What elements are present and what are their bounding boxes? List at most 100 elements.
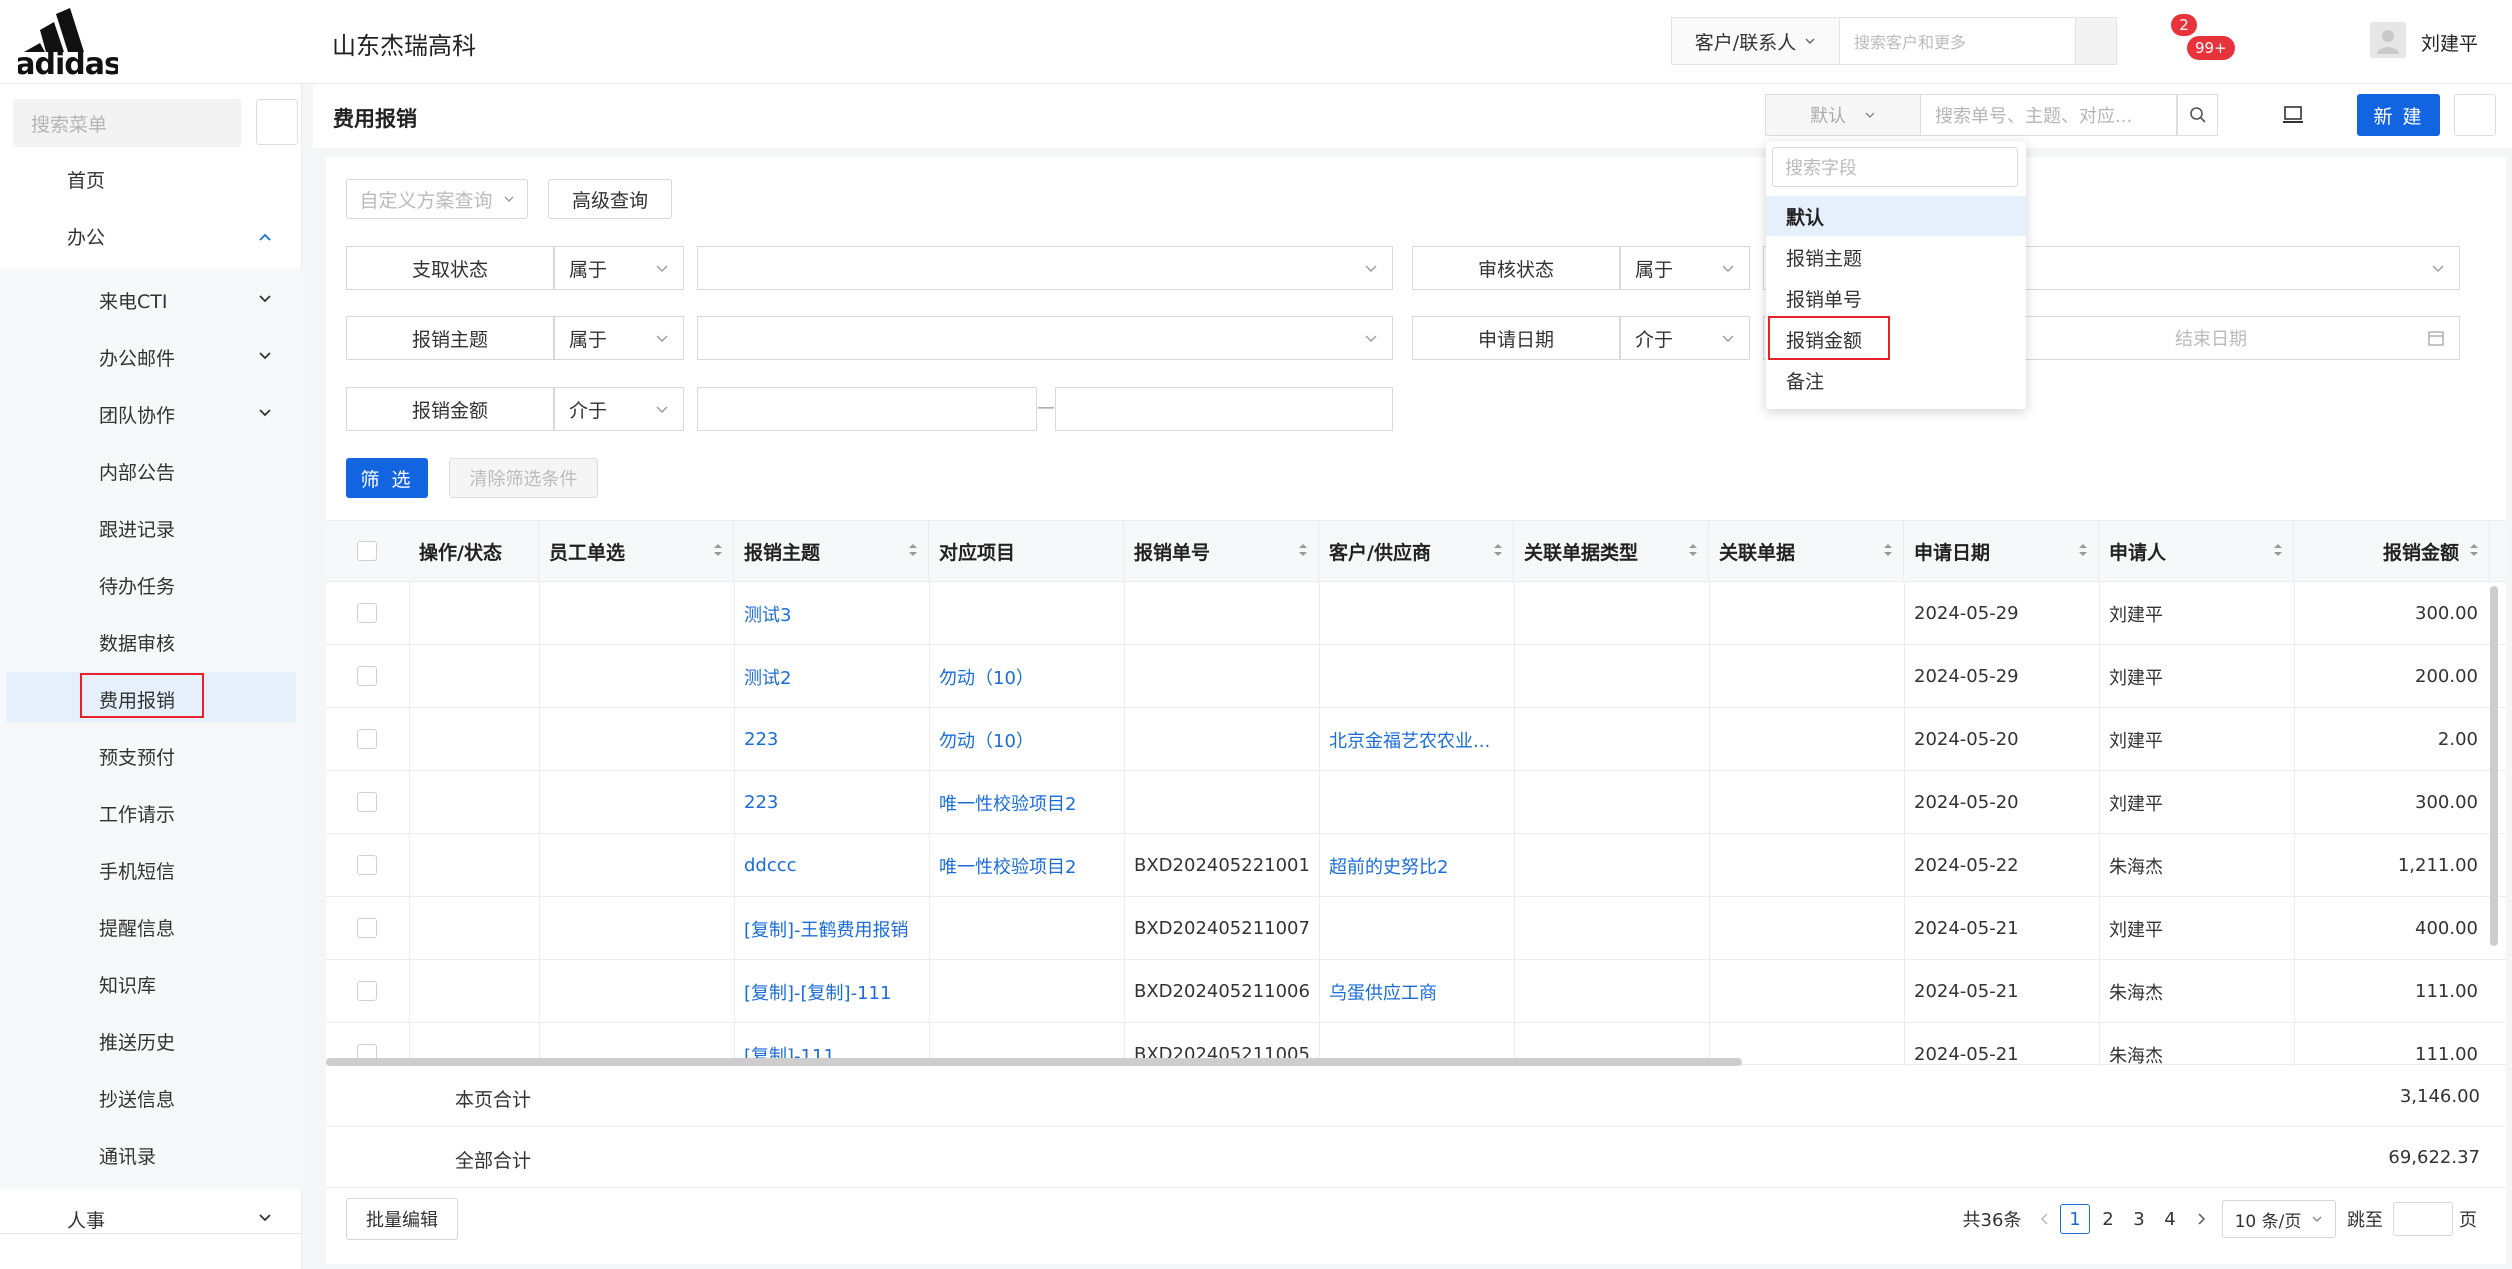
filter-op-apply-date[interactable]: 介于 <box>1620 316 1750 360</box>
field-search-input[interactable]: 搜索字段 <box>1772 147 2018 187</box>
dropdown-option-subject[interactable]: 报销主题 <box>1766 237 2026 277</box>
select-all-checkbox[interactable] <box>357 541 377 561</box>
cell-customer[interactable]: 乌蛋供应工商 <box>1319 960 1514 1023</box>
sidebar-item-push-history[interactable]: 推送历史 <box>99 1028 175 1055</box>
sidebar-item-team[interactable]: 团队协作 <box>99 401 175 428</box>
col-header-amount[interactable]: 报销金额 <box>2294 520 2490 582</box>
row-checkbox[interactable] <box>357 729 377 749</box>
sidebar-item-notice[interactable]: 内部公告 <box>99 458 175 485</box>
search-button[interactable] <box>2177 94 2218 136</box>
filter-op-draw-status[interactable]: 属于 <box>554 246 684 290</box>
col-header-applicant[interactable]: 申请人 <box>2099 520 2294 582</box>
sidebar-item-reminder[interactable]: 提醒信息 <box>99 914 175 941</box>
cell-project[interactable]: 唯一性校验项目2 <box>929 834 1124 897</box>
cell-subject[interactable]: [复制]-[复制]-111 <box>734 960 929 1023</box>
col-header-employee[interactable]: 员工单选 <box>539 520 734 582</box>
cell-customer[interactable] <box>1319 771 1514 834</box>
vertical-scrollbar[interactable] <box>2490 586 2498 946</box>
dropdown-option-default[interactable]: 默认 <box>1766 196 2026 236</box>
cell-project[interactable] <box>929 897 1124 960</box>
row-checkbox[interactable] <box>357 855 377 875</box>
dropdown-option-number[interactable]: 报销单号 <box>1766 278 2026 318</box>
view-select[interactable]: 默认 <box>1765 94 1921 136</box>
col-header-customer[interactable]: 客户/供应商 <box>1319 520 1514 582</box>
cell-subject[interactable]: [复制]-王鹤费用报销 <box>734 897 929 960</box>
cell-subject[interactable]: 测试3 <box>734 582 929 645</box>
avatar[interactable] <box>2370 22 2406 58</box>
cell-project[interactable]: 勿动（10） <box>929 645 1124 708</box>
table-row[interactable]: [复制]-王鹤费用报销 BXD202405211007 2024-05-21 刘… <box>326 897 2506 960</box>
sidebar-item-office[interactable]: 办公 <box>67 223 105 250</box>
cell-customer[interactable]: 超前的史努比2 <box>1319 834 1514 897</box>
amount-min-input[interactable] <box>697 387 1037 431</box>
filter-button[interactable]: 筛 选 <box>346 458 428 498</box>
cell-subject[interactable]: ddccc <box>734 834 929 897</box>
sidebar-item-cti[interactable]: 来电CTI <box>99 287 167 314</box>
jump-page-input[interactable] <box>2393 1202 2453 1236</box>
cell-subject[interactable]: 测试2 <box>734 645 929 708</box>
filter-op-audit-status[interactable]: 属于 <box>1620 246 1750 290</box>
col-header-subject[interactable]: 报销主题 <box>734 520 929 582</box>
horizontal-scrollbar[interactable] <box>326 1058 1742 1066</box>
list-search-input[interactable]: 搜索单号、主题、对应... <box>1921 94 2177 136</box>
table-row[interactable]: 测试3 2024-05-29 刘建平 300.00 <box>326 582 2506 645</box>
search-type-select[interactable]: 客户/联系人 <box>1671 17 1839 65</box>
row-checkbox[interactable] <box>357 603 377 623</box>
cell-customer[interactable]: 北京金福艺农农业... <box>1319 708 1514 771</box>
row-checkbox[interactable] <box>357 981 377 1001</box>
adidas-logo[interactable]: adidas <box>18 8 118 78</box>
table-row[interactable]: ddccc 唯一性校验项目2 BXD202405221001 超前的史努比2 2… <box>326 834 2506 897</box>
cell-customer[interactable] <box>1319 582 1514 645</box>
page-size-select[interactable]: 10 条/页 <box>2222 1200 2336 1238</box>
sidebar-item-mail[interactable]: 办公邮件 <box>99 344 175 371</box>
table-row[interactable]: 223 唯一性校验项目2 2024-05-20 刘建平 300.00 <box>326 771 2506 834</box>
filter-value-draw-status[interactable] <box>697 246 1393 290</box>
cell-project[interactable] <box>929 582 1124 645</box>
cell-customer[interactable] <box>1319 897 1514 960</box>
prev-page-button[interactable] <box>2036 1204 2054 1234</box>
cell-project[interactable] <box>929 960 1124 1023</box>
filter-op-amount[interactable]: 介于 <box>554 387 684 431</box>
sidebar-item-todo[interactable]: 待办任务 <box>99 572 175 599</box>
col-header-related-doc[interactable]: 关联单据 <box>1709 520 1904 582</box>
cell-project[interactable]: 唯一性校验项目2 <box>929 771 1124 834</box>
clear-filter-button[interactable]: 清除筛选条件 <box>449 458 598 498</box>
sidebar-item-audit[interactable]: 数据审核 <box>99 629 175 656</box>
custom-scheme-select[interactable]: 自定义方案查询 <box>346 179 528 219</box>
cell-project[interactable]: 勿动（10） <box>929 708 1124 771</box>
sidebar-item-prepay[interactable]: 预支预付 <box>99 743 175 770</box>
filter-value-subject[interactable] <box>697 316 1393 360</box>
sidebar-item-knowledge[interactable]: 知识库 <box>99 971 156 998</box>
sidebar-item-contacts[interactable]: 通讯录 <box>99 1142 156 1169</box>
amount-max-input[interactable] <box>1055 387 1393 431</box>
cell-customer[interactable] <box>1319 645 1514 708</box>
cell-subject[interactable]: 223 <box>734 771 929 834</box>
user-name[interactable]: 刘建平 <box>2421 29 2478 56</box>
col-header-number[interactable]: 报销单号 <box>1124 520 1319 582</box>
page-3[interactable]: 3 <box>2125 1204 2153 1234</box>
batch-edit-button[interactable]: 批量编辑 <box>346 1198 458 1240</box>
sidebar-toggle-button[interactable] <box>256 99 298 145</box>
row-checkbox[interactable] <box>357 666 377 686</box>
sidebar-item-cc[interactable]: 抄送信息 <box>99 1085 175 1112</box>
menu-search-input[interactable]: 搜索菜单 <box>13 99 241 147</box>
col-header-date[interactable]: 申请日期 <box>1904 520 2099 582</box>
next-page-button[interactable] <box>2192 1204 2210 1234</box>
cell-subject[interactable]: 223 <box>734 708 929 771</box>
table-row[interactable]: 223 勿动（10） 北京金福艺农农业... 2024-05-20 刘建平 2.… <box>326 708 2506 771</box>
filter-op-subject[interactable]: 属于 <box>554 316 684 360</box>
display-toggle-button[interactable] <box>2278 100 2308 130</box>
table-row[interactable]: 测试2 勿动（10） 2024-05-29 刘建平 200.00 <box>326 645 2506 708</box>
sidebar-item-sms[interactable]: 手机短信 <box>99 857 175 884</box>
table-row[interactable]: [复制]-[复制]-111 BXD202405211006 乌蛋供应工商 202… <box>326 960 2506 1023</box>
row-checkbox[interactable] <box>357 918 377 938</box>
col-header-related-type[interactable]: 关联单据类型 <box>1514 520 1709 582</box>
advanced-query-button[interactable]: 高级查询 <box>548 179 672 219</box>
row-checkbox[interactable] <box>357 792 377 812</box>
more-button[interactable] <box>2454 94 2496 136</box>
page-1[interactable]: 1 <box>2060 1204 2090 1234</box>
dropdown-option-remark[interactable]: 备注 <box>1766 360 2026 400</box>
page-2[interactable]: 2 <box>2094 1204 2122 1234</box>
sidebar-item-home[interactable]: 首页 <box>67 166 105 193</box>
global-search-button[interactable] <box>2075 17 2117 65</box>
